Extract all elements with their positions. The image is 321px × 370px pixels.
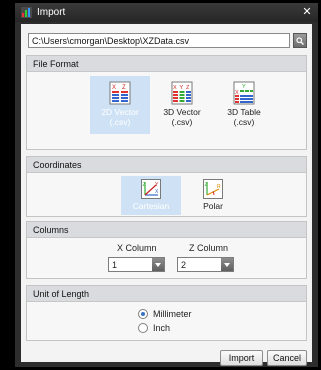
x-column-select[interactable]: 1: [108, 257, 165, 272]
close-icon[interactable]: ✕: [301, 6, 313, 18]
browse-button[interactable]: [293, 33, 307, 48]
millimeter-label: Millimeter: [153, 309, 192, 319]
format-3d-table-label-2: (.csv): [233, 117, 255, 127]
coord-polar-label: Polar: [203, 201, 223, 211]
coord-polar[interactable]: Z R Polar: [183, 176, 243, 215]
format-2d-vector-label-2: (.csv): [109, 117, 131, 127]
coordinates-header: Coordinates: [27, 157, 306, 173]
dialog-body: File Format X Z 2D Vector (.csv) X: [21, 24, 312, 366]
z-column-label: Z Column: [189, 243, 229, 253]
unit-of-length-group: Unit of Length Millimeter Inch: [26, 285, 307, 341]
search-icon: [296, 36, 304, 45]
svg-text:Z: Z: [205, 182, 208, 188]
format-3d-vector-label-2: (.csv): [171, 117, 193, 127]
file-format-group: File Format X Z 2D Vector (.csv) X Y Z 3…: [26, 55, 307, 150]
chevron-down-icon[interactable]: [152, 258, 164, 271]
chevron-down-icon[interactable]: [221, 258, 233, 271]
svg-text:R: R: [217, 184, 221, 190]
columns-group: Columns X Column Z Column 1 2: [26, 221, 307, 279]
columns-header: Columns: [27, 222, 306, 238]
file-path-row: [28, 33, 307, 48]
2d-vector-icon: X Z: [109, 81, 131, 105]
svg-text:Y: Y: [180, 85, 184, 91]
cartesian-icon: Z Y X: [141, 179, 161, 199]
format-3d-vector-label-1: 3D Vector: [163, 107, 201, 117]
coord-cartesian-label: Cartesian: [132, 201, 170, 211]
coord-cartesian[interactable]: Z Y X Cartesian: [121, 176, 181, 215]
file-format-header: File Format: [27, 56, 306, 72]
unit-of-length-header: Unit of Length: [27, 286, 306, 302]
x-column-label: X Column: [117, 243, 157, 253]
z-column-select[interactable]: 2: [177, 257, 234, 272]
3d-vector-icon: X Y Z: [171, 81, 193, 105]
inch-radio[interactable]: [138, 323, 148, 333]
svg-text:Z: Z: [143, 182, 146, 188]
app-icon: [21, 7, 32, 18]
unit-inch-option[interactable]: Inch: [138, 322, 170, 334]
polar-icon: Z R: [203, 179, 223, 199]
inch-label: Inch: [153, 323, 171, 333]
format-3d-table[interactable]: Y X 3D Table (.csv): [214, 76, 274, 134]
format-3d-vector[interactable]: X Y Z 3D Vector (.csv): [152, 76, 212, 134]
coordinates-group: Coordinates Z Y X Cartesian Z R Polar: [26, 156, 307, 217]
3d-table-icon: Y X: [233, 81, 255, 105]
format-2d-vector[interactable]: X Z 2D Vector (.csv): [90, 76, 150, 134]
z-column-value: 2: [181, 260, 187, 270]
svg-text:X: X: [112, 85, 116, 91]
window-title: Import: [37, 7, 66, 18]
title-bar[interactable]: Import ✕: [15, 3, 318, 22]
import-button[interactable]: Import: [220, 350, 263, 366]
unit-millimeter-option[interactable]: Millimeter: [138, 308, 192, 320]
svg-text:Y: Y: [242, 84, 246, 90]
cancel-button[interactable]: Cancel: [267, 350, 307, 366]
format-3d-table-label-1: 3D Table: [227, 107, 261, 117]
format-2d-vector-label-1: 2D Vector: [101, 107, 139, 117]
import-dialog: Import ✕ File Format X Z: [15, 3, 318, 367]
svg-text:X: X: [173, 85, 177, 91]
svg-text:Z: Z: [122, 85, 126, 91]
file-path-input[interactable]: [28, 33, 290, 48]
x-column-value: 1: [112, 260, 118, 270]
millimeter-radio[interactable]: [138, 309, 148, 319]
